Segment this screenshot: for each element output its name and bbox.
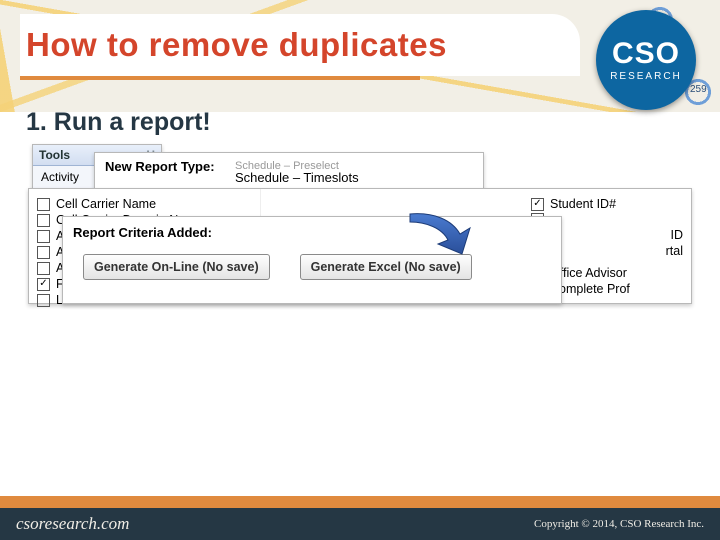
checkbox-icon <box>37 246 50 259</box>
checkbox-icon <box>37 262 50 275</box>
screenshot-collage: Tools H Activity Reports New Report Type… <box>28 144 692 344</box>
tools-label: Tools <box>39 148 70 162</box>
page-title: How to remove duplicates <box>26 26 447 64</box>
checkbox-icon <box>37 230 50 243</box>
report-option-cut: Schedule – Preselect <box>235 159 473 169</box>
checkbox-icon <box>37 198 50 211</box>
logo-text-sub: RESEARCH <box>610 71 682 82</box>
cso-logo: CSO RESEARCH <box>596 10 696 110</box>
field-label-suffix: rtal <box>666 244 683 258</box>
report-option: Schedule – Timeslots <box>235 169 473 186</box>
footer-accent <box>0 496 720 508</box>
step-heading: 1. Run a report! <box>26 108 211 137</box>
accent-bar <box>20 76 420 80</box>
field-label: Student ID# <box>550 197 616 211</box>
report-criteria-label: Report Criteria Added: <box>63 217 561 244</box>
footer-copyright: Copyright © 2014, CSO Research Inc. <box>534 518 704 530</box>
generate-online-button[interactable]: Generate On-Line (No save) <box>83 254 270 280</box>
field-label-suffix: ID <box>671 228 684 242</box>
checkbox-icon <box>531 198 544 211</box>
map-marker: 259 <box>690 84 707 95</box>
checkbox-icon <box>37 214 50 227</box>
report-criteria-screenshot: Report Criteria Added: Generate On-Line … <box>62 216 562 304</box>
checkbox-icon <box>37 294 50 307</box>
field-label: Cell Carrier Name <box>56 197 156 211</box>
slide: 63 259 How to remove duplicates CSO RESE… <box>0 0 720 540</box>
footer: csoresearch.com Copyright © 2014, CSO Re… <box>0 508 720 540</box>
footer-site: csoresearch.com <box>16 514 129 534</box>
generate-excel-button[interactable]: Generate Excel (No save) <box>300 254 472 280</box>
checkbox-icon <box>37 278 50 291</box>
logo-text-main: CSO <box>612 39 680 69</box>
title-container: How to remove duplicates <box>20 14 580 76</box>
